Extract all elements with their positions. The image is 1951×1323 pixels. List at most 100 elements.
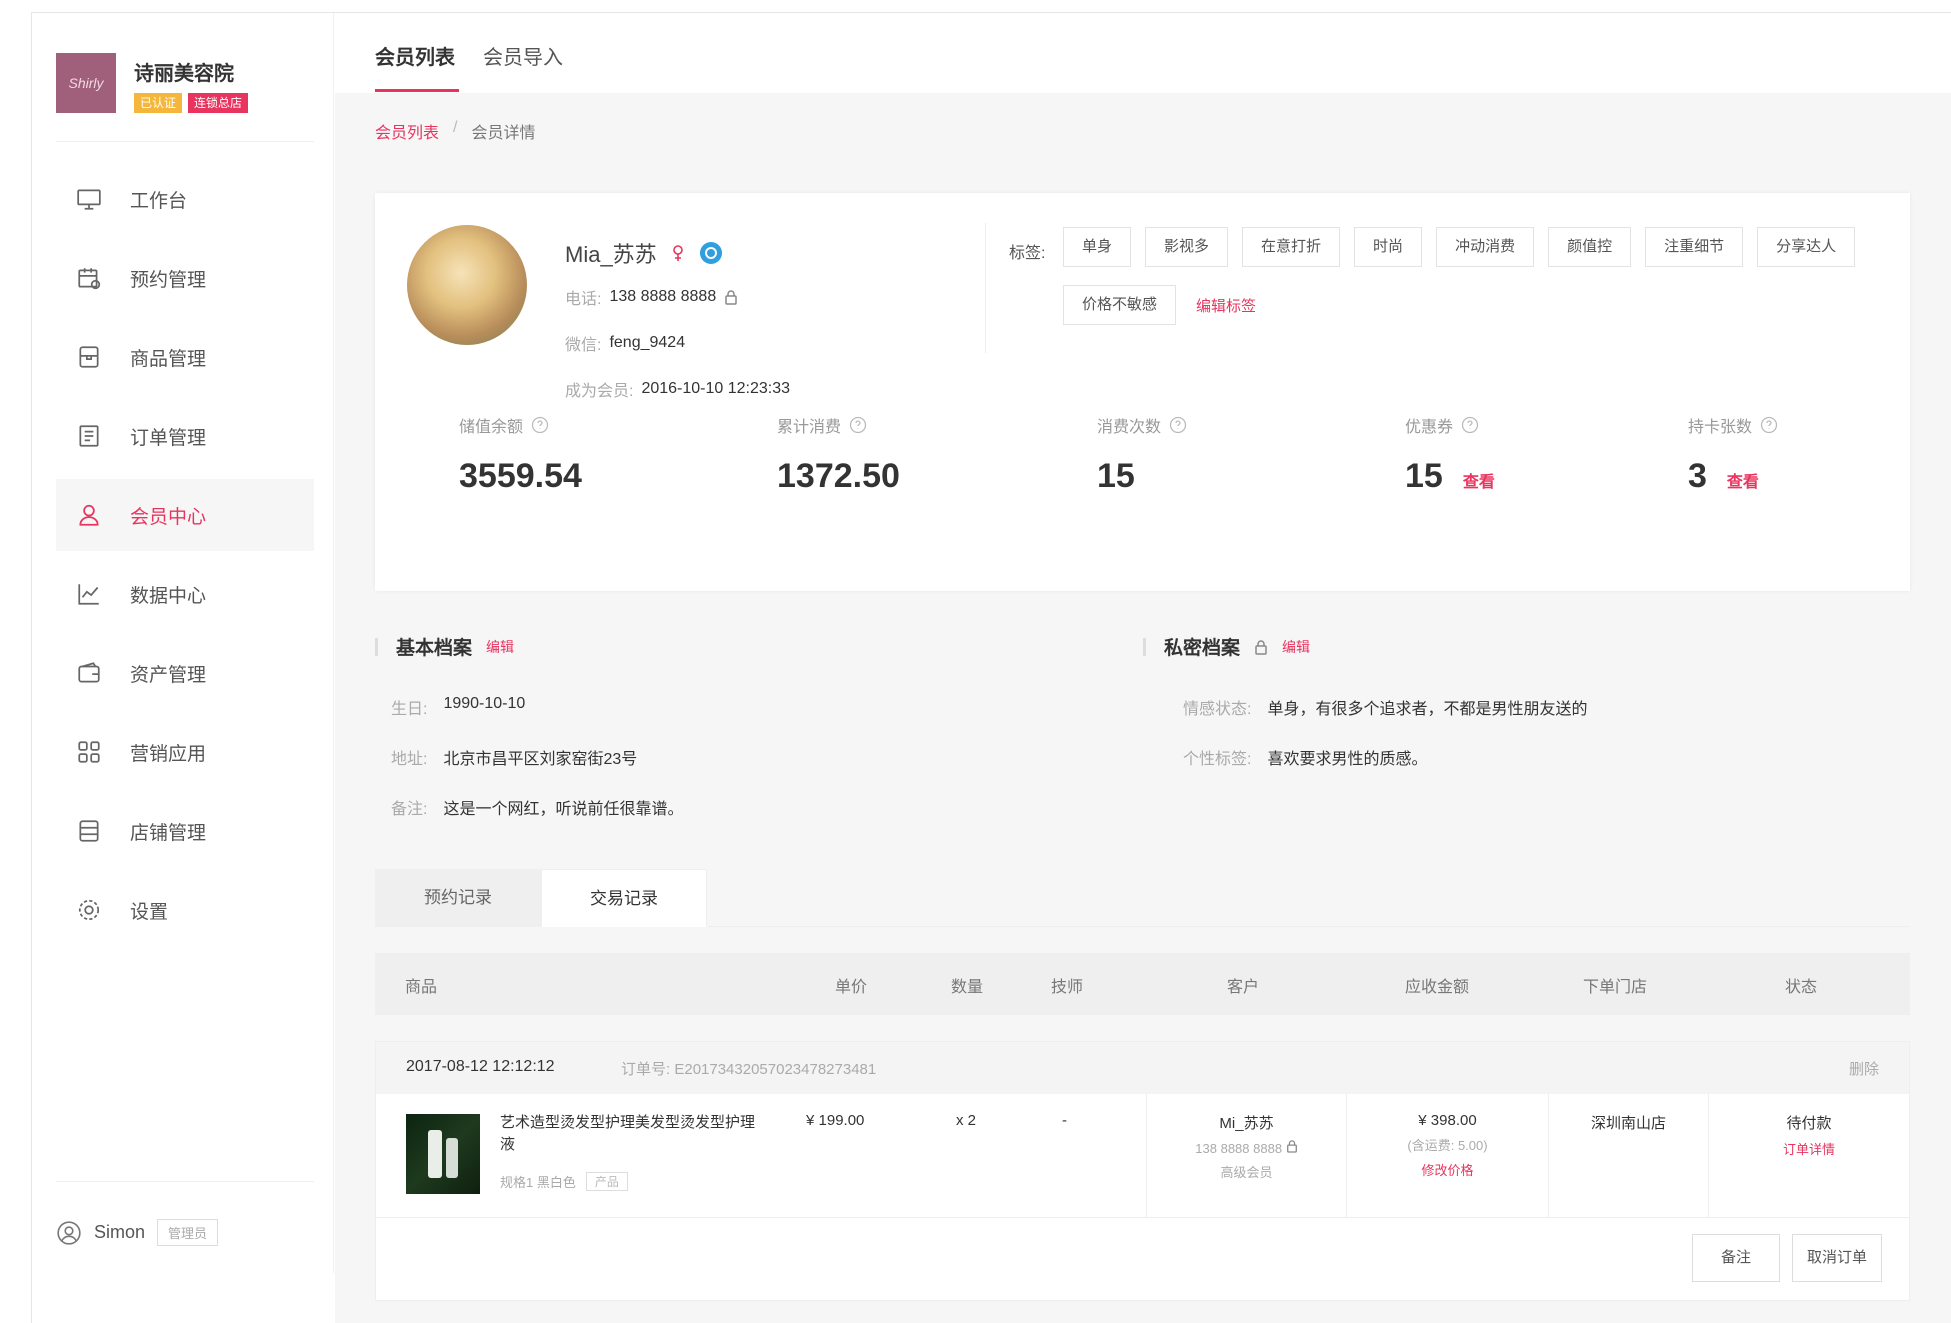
sidebar-item-marketing[interactable]: 营销应用	[56, 716, 314, 788]
basic-row-note: 备注: 这是一个网红，听说前任很靠谱。	[391, 795, 683, 819]
modify-price-link[interactable]: 修改价格	[1347, 1160, 1548, 1179]
sidebar-item-members[interactable]: 会员中心	[56, 479, 314, 551]
field-value: 1990-10-10	[443, 695, 526, 712]
breadcrumb: 会员列表 / 会员详情	[375, 119, 535, 143]
member-icon	[76, 502, 102, 528]
lock-icon	[1255, 639, 1267, 655]
view-coupons-link[interactable]: 查看	[1463, 468, 1495, 492]
field-value: 这是一个网红，听说前任很靠谱。	[443, 801, 684, 818]
tab-member-import[interactable]: 会员导入	[483, 41, 563, 70]
sidebar-item-appointments[interactable]: 预约管理	[56, 242, 314, 314]
product-title[interactable]: 艺术造型烫发型护理美发型烫发型护理液	[500, 1112, 760, 1156]
sidebar-item-label: 商品管理	[130, 348, 207, 370]
stat-value: 3	[1688, 457, 1707, 495]
breadcrumb-member-list[interactable]: 会员列表	[375, 119, 439, 143]
member-tag[interactable]: 冲动消费	[1436, 227, 1535, 267]
edit-private-link[interactable]: 编辑	[1282, 637, 1310, 657]
stat-label: 储值余额	[459, 419, 524, 436]
brand-tags: 已认证 连锁总店	[134, 93, 249, 113]
sidebar-item-label: 工作台	[130, 190, 188, 212]
profile-divider	[985, 223, 986, 353]
box-icon	[76, 344, 102, 370]
tags-label: 标签:	[1009, 245, 1046, 262]
member-tag[interactable]: 单身	[1063, 227, 1132, 267]
app-frame: Shirly 诗丽美容院 已认证 连锁总店 工作台 预约管理 商品管理 订单管理…	[31, 12, 1951, 1323]
product-thumbnail[interactable]	[406, 1114, 480, 1194]
customer-phone-number: 138 8888 8888	[1195, 1141, 1283, 1156]
help-icon[interactable]	[1461, 416, 1479, 434]
member-tag[interactable]: 在意打折	[1242, 227, 1341, 267]
product-spec: 规格1 黑白色	[500, 1175, 576, 1190]
sidebar-item-products[interactable]: 商品管理	[56, 321, 314, 393]
tab-transaction-records[interactable]: 交易记录	[541, 869, 707, 927]
field-label: 情感状态:	[1183, 701, 1252, 718]
brand: Shirly 诗丽美容院 已认证 连锁总店	[56, 53, 316, 123]
member-avatar	[407, 225, 527, 345]
help-icon[interactable]	[1760, 416, 1778, 434]
table-header: 商品 单价 数量 技师 客户 应收金额 下单门店 状态	[375, 953, 1910, 1015]
sidebar-item-label: 预约管理	[130, 269, 207, 291]
member-stats: 储值余额 3559.54 累计消费 1372.50 消费次数 15 优惠券 15…	[375, 413, 1910, 533]
sidebar-item-label: 订单管理	[130, 427, 207, 449]
order-number-label: 订单号:	[621, 1061, 671, 1078]
member-tag[interactable]: 分享达人	[1757, 227, 1856, 267]
shipping-note: (含运费: 5.00)	[1407, 1138, 1488, 1153]
profile-card: Mia_苏苏 电话: 138 8888 8888 微信: feng_9424 成…	[375, 193, 1910, 591]
member-name: Mia_苏苏	[565, 242, 657, 267]
sidebar-item-settings[interactable]: 设置	[56, 874, 314, 946]
sidebar-item-orders[interactable]: 订单管理	[56, 400, 314, 472]
user-name: Simon	[94, 1222, 146, 1242]
customer-phone: 138 8888 8888	[1147, 1139, 1346, 1156]
section-title-text: 基本档案	[396, 638, 473, 659]
order-detail-link[interactable]: 订单详情	[1709, 1139, 1909, 1158]
basic-archive-title: 基本档案 编辑	[375, 633, 514, 660]
view-cards-link[interactable]: 查看	[1727, 468, 1759, 492]
store-icon	[76, 818, 102, 844]
field-label: 备注:	[391, 801, 428, 818]
delete-order-link[interactable]: 删除	[1849, 1058, 1879, 1079]
current-user[interactable]: Simon 管理员	[56, 1219, 219, 1246]
help-icon[interactable]	[849, 416, 867, 434]
brand-logo[interactable]: Shirly	[56, 53, 116, 113]
member-tag[interactable]: 影视多	[1145, 227, 1229, 267]
grid-icon	[76, 739, 102, 765]
stat-value: 15	[1097, 457, 1135, 495]
member-tags: 单身 影视多 在意打折 时尚 冲动消费 颜值控 注重细节 分享达人 价格不敏感 …	[1063, 227, 1863, 325]
stat-value: 15	[1405, 457, 1443, 495]
cancel-order-button[interactable]: 取消订单	[1792, 1234, 1882, 1282]
basic-row-address: 地址: 北京市昌平区刘家窑街23号	[391, 745, 637, 769]
tab-member-list[interactable]: 会员列表	[375, 41, 455, 70]
sidebar-item-store[interactable]: 店铺管理	[56, 795, 314, 867]
sidebar-item-label: 数据中心	[130, 585, 207, 607]
field-label: 地址:	[391, 751, 428, 768]
customer-name: Mi_苏苏	[1219, 1115, 1274, 1132]
help-icon[interactable]	[1169, 416, 1187, 434]
sidebar-item-data[interactable]: 数据中心	[56, 558, 314, 630]
lock-icon[interactable]	[1286, 1139, 1298, 1153]
order-number: 订单号: E20173432057023478273481	[621, 1058, 876, 1079]
lock-icon[interactable]	[724, 289, 738, 305]
edit-basic-link[interactable]: 编辑	[486, 637, 514, 657]
note-button[interactable]: 备注	[1692, 1234, 1780, 1282]
sidebar-item-assets[interactable]: 资产管理	[56, 637, 314, 709]
member-tag[interactable]: 颜值控	[1548, 227, 1632, 267]
basic-row-birthday: 生日: 1990-10-10	[391, 695, 525, 719]
member-tag[interactable]: 价格不敏感	[1063, 285, 1177, 325]
edit-tags-link[interactable]: 编辑标签	[1196, 295, 1256, 316]
wechat-label: 微信:	[565, 337, 602, 354]
member-join-date: 2016-10-10 12:23:33	[641, 380, 791, 397]
sidebar-item-label: 会员中心	[130, 506, 207, 528]
private-row-relationship: 情感状态: 单身，有很多个追求者，不都是男性朋友送的	[1183, 695, 1587, 719]
column-header: 商品	[405, 979, 438, 996]
stat-value: 1372.50	[777, 457, 900, 495]
member-tag[interactable]: 注重细节	[1645, 227, 1744, 267]
member-tag[interactable]: 时尚	[1354, 227, 1423, 267]
stat-label: 累计消费	[777, 419, 842, 436]
stat-label: 消费次数	[1097, 419, 1162, 436]
stat-visit-count: 消费次数 15	[1097, 413, 1187, 496]
tab-appointment-records[interactable]: 预约记录	[375, 869, 541, 927]
sidebar-item-workbench[interactable]: 工作台	[56, 163, 314, 235]
help-icon[interactable]	[531, 416, 549, 434]
private-archive-title: 私密档案 编辑	[1143, 633, 1310, 660]
phone-label: 电话:	[565, 291, 602, 308]
